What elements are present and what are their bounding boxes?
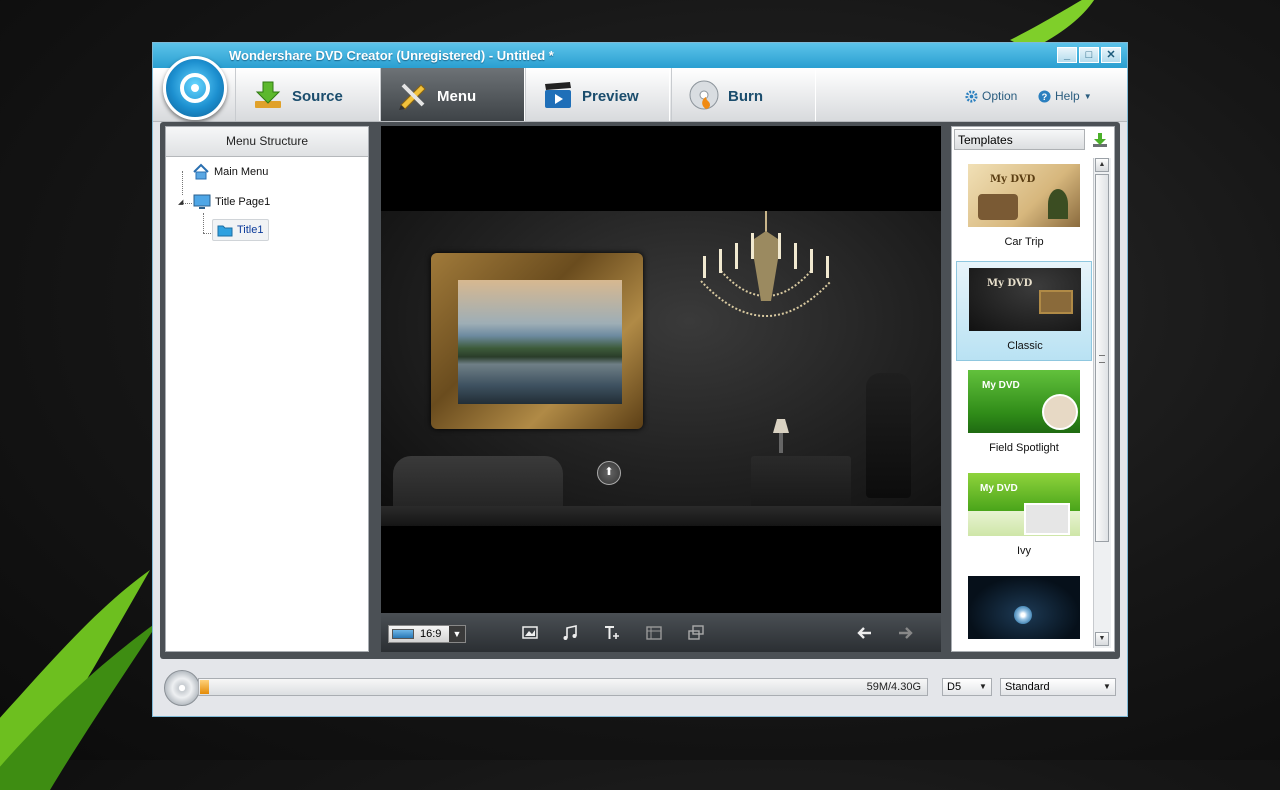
gear-icon [965, 89, 978, 103]
tab-burn-label: Burn [728, 88, 763, 105]
help-circle-icon: ? [1038, 89, 1051, 103]
app-logo [163, 56, 227, 120]
screen-icon [392, 629, 414, 639]
window-title: Wondershare DVD Creator (Unregistered) -… [229, 48, 554, 63]
quality-value: Standard [1005, 681, 1050, 693]
minimize-button[interactable]: _ [1057, 47, 1077, 63]
scroll-up-button[interactable]: ▲ [1095, 158, 1109, 172]
tab-source[interactable]: Source [235, 68, 380, 121]
aspect-ratio-value: 16:9 [420, 628, 442, 640]
thumbnail-icon[interactable] [645, 624, 663, 642]
option-label: Option [982, 89, 1018, 103]
folder-icon [217, 225, 233, 237]
tab-preview[interactable]: Preview [525, 68, 670, 121]
disc-type-select[interactable]: D5 ▼ [942, 678, 992, 696]
menu-structure-panel: Menu Structure Main Menu ◢ Title Page1 T… [165, 126, 369, 652]
main-navigation: Source Menu Preview Burn Option ? Help ▼ [153, 56, 1127, 122]
tree-item-title-page[interactable]: Title Page1 [193, 194, 270, 210]
picture-frame[interactable] [431, 253, 643, 429]
template-car-trip[interactable]: My DVD Car Trip [956, 158, 1092, 258]
preview-background-scene: ⬆ [381, 211, 941, 526]
aspect-ratio-select[interactable]: 16:9 ▼ [388, 625, 466, 643]
tree-item-main-menu[interactable]: Main Menu [192, 163, 268, 181]
chevron-down-icon: ▼ [449, 626, 465, 642]
scroll-thumb[interactable] [1095, 174, 1109, 542]
chevron-down-icon: ▼ [1103, 682, 1111, 691]
chandelier-image [700, 211, 832, 317]
tree-item-title[interactable]: Title1 [212, 219, 269, 241]
music-note-icon[interactable] [561, 624, 579, 642]
preview-toolbar: 16:9 ▼ [381, 613, 941, 652]
arrow-right-icon[interactable] [897, 624, 915, 642]
option-button[interactable]: Option [965, 89, 1017, 103]
templates-scrollbar[interactable]: ▲ ▼ [1093, 158, 1111, 648]
capacity-text: 59M/4.30G [866, 681, 921, 693]
clapperboard-icon [545, 82, 571, 108]
layers-icon[interactable] [687, 624, 705, 642]
collapse-triangle-icon[interactable]: ◢ [178, 198, 183, 206]
chevron-down-icon: ▼ [1083, 91, 1092, 101]
pencil-ruler-icon [399, 83, 426, 110]
scroll-down-button[interactable]: ▼ [1095, 632, 1109, 646]
template-field-spotlight[interactable]: My DVD Field Spotlight [956, 364, 1092, 464]
template-thumbnail: My DVD [968, 164, 1080, 227]
app-window: Wondershare DVD Creator (Unregistered) -… [152, 42, 1128, 717]
tab-burn[interactable]: Burn [671, 68, 816, 121]
tab-menu[interactable]: Menu [380, 68, 525, 121]
disc-flame-icon [689, 80, 719, 110]
template-thumb-title: My DVD [982, 380, 1020, 391]
close-button[interactable]: ✕ [1101, 47, 1121, 63]
template-ivy[interactable]: My DVD Ivy [956, 467, 1092, 567]
template-thumb-title: My DVD [980, 483, 1018, 494]
title-bar: Wondershare DVD Creator (Unregistered) -… [153, 43, 1127, 68]
template-name: Car Trip [1004, 236, 1044, 248]
template-dark-disc[interactable] [956, 570, 1092, 650]
coat-image [866, 373, 911, 498]
quality-select[interactable]: Standard ▼ [1000, 678, 1116, 696]
workspace: Menu Structure Main Menu ◢ Title Page1 T… [160, 122, 1120, 659]
help-button[interactable]: ? Help ▼ [1038, 89, 1092, 103]
up-arrow-button[interactable]: ⬆ [597, 461, 621, 485]
help-label: Help [1055, 89, 1080, 103]
background-image-icon[interactable] [521, 624, 539, 642]
lamp-image [773, 419, 789, 453]
menu-preview[interactable]: ⬆ 16:9 ▼ [381, 126, 941, 652]
menu-structure-header: Menu Structure [166, 127, 368, 157]
template-thumb-title: My DVD [987, 278, 1033, 289]
template-name: Field Spotlight [989, 442, 1059, 454]
templates-header: Templates [954, 129, 1085, 150]
disc-capacity-bar: 59M/4.30G [198, 678, 928, 696]
arrow-left-icon[interactable] [855, 624, 873, 642]
templates-panel: Templates My DVD Car Trip My DVD Classic [951, 126, 1115, 652]
template-thumb-title: My DVD [990, 174, 1036, 185]
disc-icon [164, 670, 200, 706]
template-thumbnail: My DVD [969, 268, 1081, 331]
tree-item-label: Title Page1 [215, 196, 271, 208]
svg-text:?: ? [1042, 91, 1048, 101]
tab-preview-label: Preview [582, 88, 639, 105]
tab-source-label: Source [292, 88, 343, 105]
download-icon[interactable] [1092, 132, 1108, 148]
template-thumbnail [968, 576, 1080, 639]
template-thumbnail: My DVD [968, 370, 1080, 433]
bottom-bar: 59M/4.30G D5 ▼ Standard ▼ [160, 670, 1120, 708]
tree-item-label: Main Menu [214, 166, 269, 178]
add-text-icon[interactable] [603, 624, 621, 642]
monitor-icon [193, 194, 211, 209]
template-name: Classic [1007, 340, 1043, 352]
template-name: Ivy [1016, 545, 1032, 557]
tab-menu-label: Menu [437, 88, 477, 105]
template-thumbnail: My DVD [968, 473, 1080, 536]
landscape-photo [458, 280, 622, 404]
disc-type-value: D5 [947, 681, 962, 693]
tree-item-label: Title1 [237, 224, 264, 236]
maximize-button[interactable]: □ [1079, 47, 1099, 63]
download-arrow-icon [255, 81, 281, 108]
chevron-down-icon: ▼ [979, 682, 987, 691]
home-icon [193, 163, 209, 180]
capacity-fill [200, 680, 209, 694]
template-classic[interactable]: My DVD Classic [956, 261, 1092, 361]
floor [381, 506, 941, 526]
